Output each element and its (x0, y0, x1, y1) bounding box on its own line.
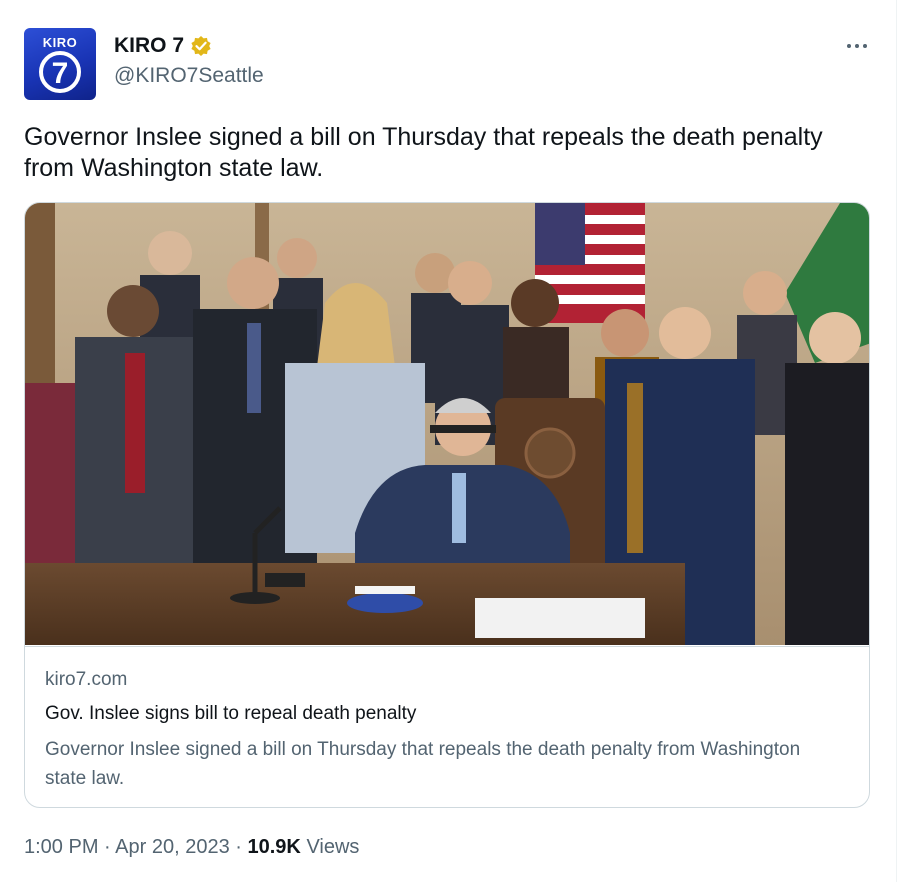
more-dot-icon (847, 44, 851, 48)
card-description: Governor Inslee signed a bill on Thursda… (45, 739, 801, 789)
views-count: 10.9K (247, 836, 301, 858)
more-dot-icon (855, 44, 859, 48)
link-card[interactable]: kiro7.com Gov. Inslee signs bill to repe… (24, 202, 870, 808)
more-dot-icon (863, 44, 867, 48)
separator: · (104, 836, 111, 858)
tweet-time[interactable]: 1:00 PM (24, 836, 98, 858)
separator: · (235, 836, 242, 858)
card-title[interactable]: Gov. Inslee signs bill to repeal death p… (45, 703, 416, 725)
tweet: KIRO 7 KIRO 7 @KIRO7Seattle Governor Ins… (0, 0, 904, 882)
card-photo (25, 203, 869, 645)
avatar-number: 7 (52, 57, 69, 90)
card-meta: kiro7.com Gov. Inslee signs bill to repe… (25, 646, 869, 807)
avatar[interactable]: KIRO 7 (24, 28, 96, 100)
tweet-text: Governor Inslee signed a bill on Thursda… (24, 123, 823, 182)
more-options-button[interactable] (842, 36, 872, 56)
tweet-footer: 1:00 PM · Apr 20, 2023 · 10.9K Views (24, 836, 359, 859)
tweet-date[interactable]: Apr 20, 2023 (115, 836, 230, 858)
views-label: Views (306, 836, 360, 858)
account-handle[interactable]: @KIRO7Seattle (114, 64, 264, 88)
kiro7-logo-icon: 7 (39, 51, 81, 93)
card-domain[interactable]: kiro7.com (45, 669, 127, 691)
display-name[interactable]: KIRO 7 (114, 34, 184, 58)
gold-verified-badge-icon (191, 36, 211, 56)
divider (896, 0, 897, 882)
